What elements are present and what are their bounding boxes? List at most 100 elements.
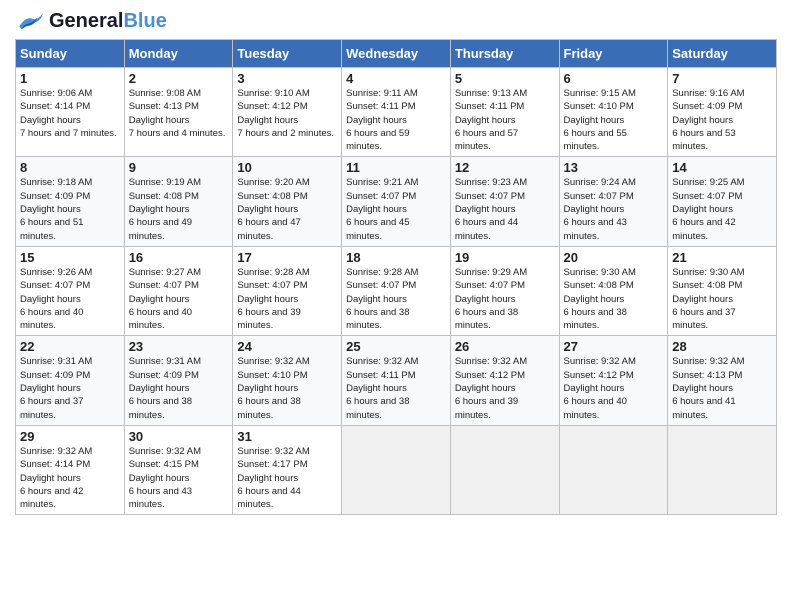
calendar-cell: 15 Sunrise: 9:26 AM Sunset: 4:07 PM Dayl… [16, 246, 125, 335]
day-info: Sunrise: 9:16 AM Sunset: 4:09 PM Dayligh… [672, 87, 772, 153]
calendar-cell: 8 Sunrise: 9:18 AM Sunset: 4:09 PM Dayli… [16, 157, 125, 246]
header-sunday: Sunday [16, 40, 125, 68]
day-number: 31 [237, 429, 337, 444]
day-number: 10 [237, 160, 337, 175]
calendar-cell: 12 Sunrise: 9:23 AM Sunset: 4:07 PM Dayl… [450, 157, 559, 246]
calendar-cell [559, 425, 668, 514]
calendar-cell [342, 425, 451, 514]
calendar-cell: 9 Sunrise: 9:19 AM Sunset: 4:08 PM Dayli… [124, 157, 233, 246]
day-number: 24 [237, 339, 337, 354]
day-number: 21 [672, 250, 772, 265]
calendar-cell: 19 Sunrise: 9:29 AM Sunset: 4:07 PM Dayl… [450, 246, 559, 335]
calendar-cell: 27 Sunrise: 9:32 AM Sunset: 4:12 PM Dayl… [559, 336, 668, 425]
day-info: Sunrise: 9:10 AM Sunset: 4:12 PM Dayligh… [237, 87, 337, 140]
header: GeneralBlue [15, 10, 777, 33]
calendar-week-5: 29 Sunrise: 9:32 AM Sunset: 4:14 PM Dayl… [16, 425, 777, 514]
day-info: Sunrise: 9:13 AM Sunset: 4:11 PM Dayligh… [455, 87, 555, 153]
calendar-week-3: 15 Sunrise: 9:26 AM Sunset: 4:07 PM Dayl… [16, 246, 777, 335]
day-number: 17 [237, 250, 337, 265]
day-number: 12 [455, 160, 555, 175]
calendar-cell: 20 Sunrise: 9:30 AM Sunset: 4:08 PM Dayl… [559, 246, 668, 335]
day-number: 3 [237, 71, 337, 86]
day-info: Sunrise: 9:30 AM Sunset: 4:08 PM Dayligh… [672, 266, 772, 332]
calendar-cell: 28 Sunrise: 9:32 AM Sunset: 4:13 PM Dayl… [668, 336, 777, 425]
header-monday: Monday [124, 40, 233, 68]
day-info: Sunrise: 9:24 AM Sunset: 4:07 PM Dayligh… [564, 176, 664, 242]
logo-bird-icon [15, 12, 45, 32]
calendar-cell: 2 Sunrise: 9:08 AM Sunset: 4:13 PM Dayli… [124, 68, 233, 157]
calendar-cell [450, 425, 559, 514]
day-info: Sunrise: 9:28 AM Sunset: 4:07 PM Dayligh… [237, 266, 337, 332]
day-number: 25 [346, 339, 446, 354]
calendar-cell: 29 Sunrise: 9:32 AM Sunset: 4:14 PM Dayl… [16, 425, 125, 514]
day-info: Sunrise: 9:21 AM Sunset: 4:07 PM Dayligh… [346, 176, 446, 242]
day-info: Sunrise: 9:32 AM Sunset: 4:15 PM Dayligh… [129, 445, 229, 511]
day-info: Sunrise: 9:31 AM Sunset: 4:09 PM Dayligh… [129, 355, 229, 421]
logo-blue: Blue [123, 10, 166, 32]
day-number: 8 [20, 160, 120, 175]
day-info: Sunrise: 9:26 AM Sunset: 4:07 PM Dayligh… [20, 266, 120, 332]
header-thursday: Thursday [450, 40, 559, 68]
calendar-cell: 13 Sunrise: 9:24 AM Sunset: 4:07 PM Dayl… [559, 157, 668, 246]
day-number: 13 [564, 160, 664, 175]
day-number: 20 [564, 250, 664, 265]
calendar-cell: 3 Sunrise: 9:10 AM Sunset: 4:12 PM Dayli… [233, 68, 342, 157]
calendar-cell: 11 Sunrise: 9:21 AM Sunset: 4:07 PM Dayl… [342, 157, 451, 246]
day-number: 6 [564, 71, 664, 86]
day-number: 4 [346, 71, 446, 86]
calendar-cell: 24 Sunrise: 9:32 AM Sunset: 4:10 PM Dayl… [233, 336, 342, 425]
header-friday: Friday [559, 40, 668, 68]
day-info: Sunrise: 9:18 AM Sunset: 4:09 PM Dayligh… [20, 176, 120, 242]
calendar-cell: 14 Sunrise: 9:25 AM Sunset: 4:07 PM Dayl… [668, 157, 777, 246]
day-info: Sunrise: 9:32 AM Sunset: 4:12 PM Dayligh… [564, 355, 664, 421]
day-number: 16 [129, 250, 229, 265]
day-info: Sunrise: 9:32 AM Sunset: 4:13 PM Dayligh… [672, 355, 772, 421]
day-info: Sunrise: 9:32 AM Sunset: 4:12 PM Dayligh… [455, 355, 555, 421]
calendar-cell: 23 Sunrise: 9:31 AM Sunset: 4:09 PM Dayl… [124, 336, 233, 425]
day-number: 9 [129, 160, 229, 175]
day-info: Sunrise: 9:29 AM Sunset: 4:07 PM Dayligh… [455, 266, 555, 332]
calendar-week-1: 1 Sunrise: 9:06 AM Sunset: 4:14 PM Dayli… [16, 68, 777, 157]
day-number: 2 [129, 71, 229, 86]
calendar-cell: 16 Sunrise: 9:27 AM Sunset: 4:07 PM Dayl… [124, 246, 233, 335]
calendar-cell: 31 Sunrise: 9:32 AM Sunset: 4:17 PM Dayl… [233, 425, 342, 514]
day-info: Sunrise: 9:06 AM Sunset: 4:14 PM Dayligh… [20, 87, 120, 140]
logo: GeneralBlue [15, 10, 167, 33]
day-number: 15 [20, 250, 120, 265]
day-info: Sunrise: 9:30 AM Sunset: 4:08 PM Dayligh… [564, 266, 664, 332]
calendar-table: SundayMondayTuesdayWednesdayThursdayFrid… [15, 39, 777, 515]
header-wednesday: Wednesday [342, 40, 451, 68]
day-number: 18 [346, 250, 446, 265]
calendar-cell: 26 Sunrise: 9:32 AM Sunset: 4:12 PM Dayl… [450, 336, 559, 425]
day-number: 23 [129, 339, 229, 354]
header-saturday: Saturday [668, 40, 777, 68]
day-info: Sunrise: 9:19 AM Sunset: 4:08 PM Dayligh… [129, 176, 229, 242]
day-number: 19 [455, 250, 555, 265]
logo-general: General [49, 10, 123, 32]
day-number: 28 [672, 339, 772, 354]
day-info: Sunrise: 9:25 AM Sunset: 4:07 PM Dayligh… [672, 176, 772, 242]
day-number: 26 [455, 339, 555, 354]
day-info: Sunrise: 9:31 AM Sunset: 4:09 PM Dayligh… [20, 355, 120, 421]
day-number: 5 [455, 71, 555, 86]
calendar-header-row: SundayMondayTuesdayWednesdayThursdayFrid… [16, 40, 777, 68]
calendar-cell: 10 Sunrise: 9:20 AM Sunset: 4:08 PM Dayl… [233, 157, 342, 246]
day-info: Sunrise: 9:20 AM Sunset: 4:08 PM Dayligh… [237, 176, 337, 242]
calendar-week-4: 22 Sunrise: 9:31 AM Sunset: 4:09 PM Dayl… [16, 336, 777, 425]
calendar-cell: 5 Sunrise: 9:13 AM Sunset: 4:11 PM Dayli… [450, 68, 559, 157]
day-info: Sunrise: 9:27 AM Sunset: 4:07 PM Dayligh… [129, 266, 229, 332]
day-number: 29 [20, 429, 120, 444]
day-number: 14 [672, 160, 772, 175]
calendar-cell: 18 Sunrise: 9:28 AM Sunset: 4:07 PM Dayl… [342, 246, 451, 335]
day-info: Sunrise: 9:32 AM Sunset: 4:17 PM Dayligh… [237, 445, 337, 511]
calendar-cell: 7 Sunrise: 9:16 AM Sunset: 4:09 PM Dayli… [668, 68, 777, 157]
calendar-cell: 4 Sunrise: 9:11 AM Sunset: 4:11 PM Dayli… [342, 68, 451, 157]
calendar-cell: 25 Sunrise: 9:32 AM Sunset: 4:11 PM Dayl… [342, 336, 451, 425]
calendar-cell: 1 Sunrise: 9:06 AM Sunset: 4:14 PM Dayli… [16, 68, 125, 157]
calendar-cell: 22 Sunrise: 9:31 AM Sunset: 4:09 PM Dayl… [16, 336, 125, 425]
day-number: 1 [20, 71, 120, 86]
calendar-cell: 21 Sunrise: 9:30 AM Sunset: 4:08 PM Dayl… [668, 246, 777, 335]
calendar-cell: 17 Sunrise: 9:28 AM Sunset: 4:07 PM Dayl… [233, 246, 342, 335]
day-number: 11 [346, 160, 446, 175]
day-info: Sunrise: 9:08 AM Sunset: 4:13 PM Dayligh… [129, 87, 229, 140]
